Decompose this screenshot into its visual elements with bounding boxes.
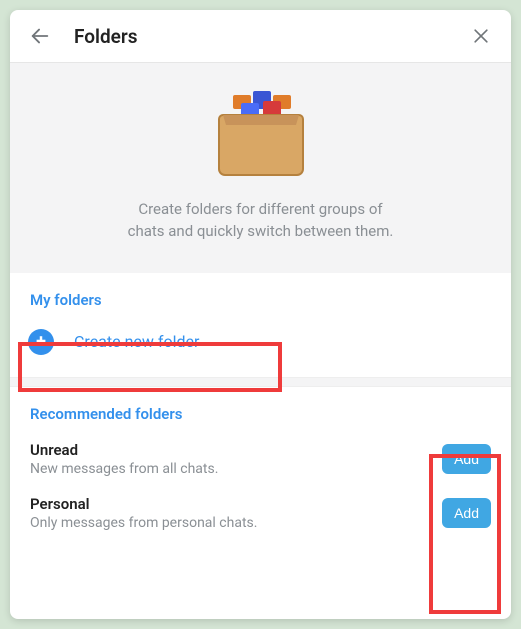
recommended-item-unread: Unread New messages from all chats. Add xyxy=(10,433,511,487)
panel-header: Folders xyxy=(10,10,511,63)
create-new-folder-label: Create new folder xyxy=(74,332,199,351)
plus-icon: + xyxy=(28,329,54,355)
recommended-name: Personal xyxy=(30,495,442,513)
recommended-desc: Only messages from personal chats. xyxy=(30,515,442,531)
folders-settings-panel: Folders Create folders for different gro… xyxy=(10,10,511,619)
intro-section: Create folders for different groups of c… xyxy=(10,63,511,273)
intro-line-1: Create folders for different groups of xyxy=(138,200,382,218)
recommended-desc: New messages from all chats. xyxy=(30,461,442,477)
arrow-left-icon xyxy=(29,25,51,47)
add-button-personal[interactable]: Add xyxy=(442,498,491,528)
close-button[interactable] xyxy=(469,24,493,48)
section-divider xyxy=(10,377,511,387)
my-folders-heading: My folders xyxy=(10,273,511,319)
panel-title: Folders xyxy=(74,25,469,48)
create-new-folder-row[interactable]: + Create new folder xyxy=(10,319,511,365)
recommended-name: Unread xyxy=(30,441,442,459)
recommended-heading: Recommended folders xyxy=(10,387,511,433)
close-icon xyxy=(471,26,491,46)
intro-text: Create folders for different groups of c… xyxy=(50,199,471,243)
intro-line-2: chats and quickly switch between them. xyxy=(128,222,394,240)
add-button-unread[interactable]: Add xyxy=(442,444,491,474)
recommended-item-text: Unread New messages from all chats. xyxy=(30,441,442,477)
folders-illustration xyxy=(213,89,309,183)
recommended-item-personal: Personal Only messages from personal cha… xyxy=(10,487,511,541)
back-button[interactable] xyxy=(28,24,52,48)
recommended-item-text: Personal Only messages from personal cha… xyxy=(30,495,442,531)
